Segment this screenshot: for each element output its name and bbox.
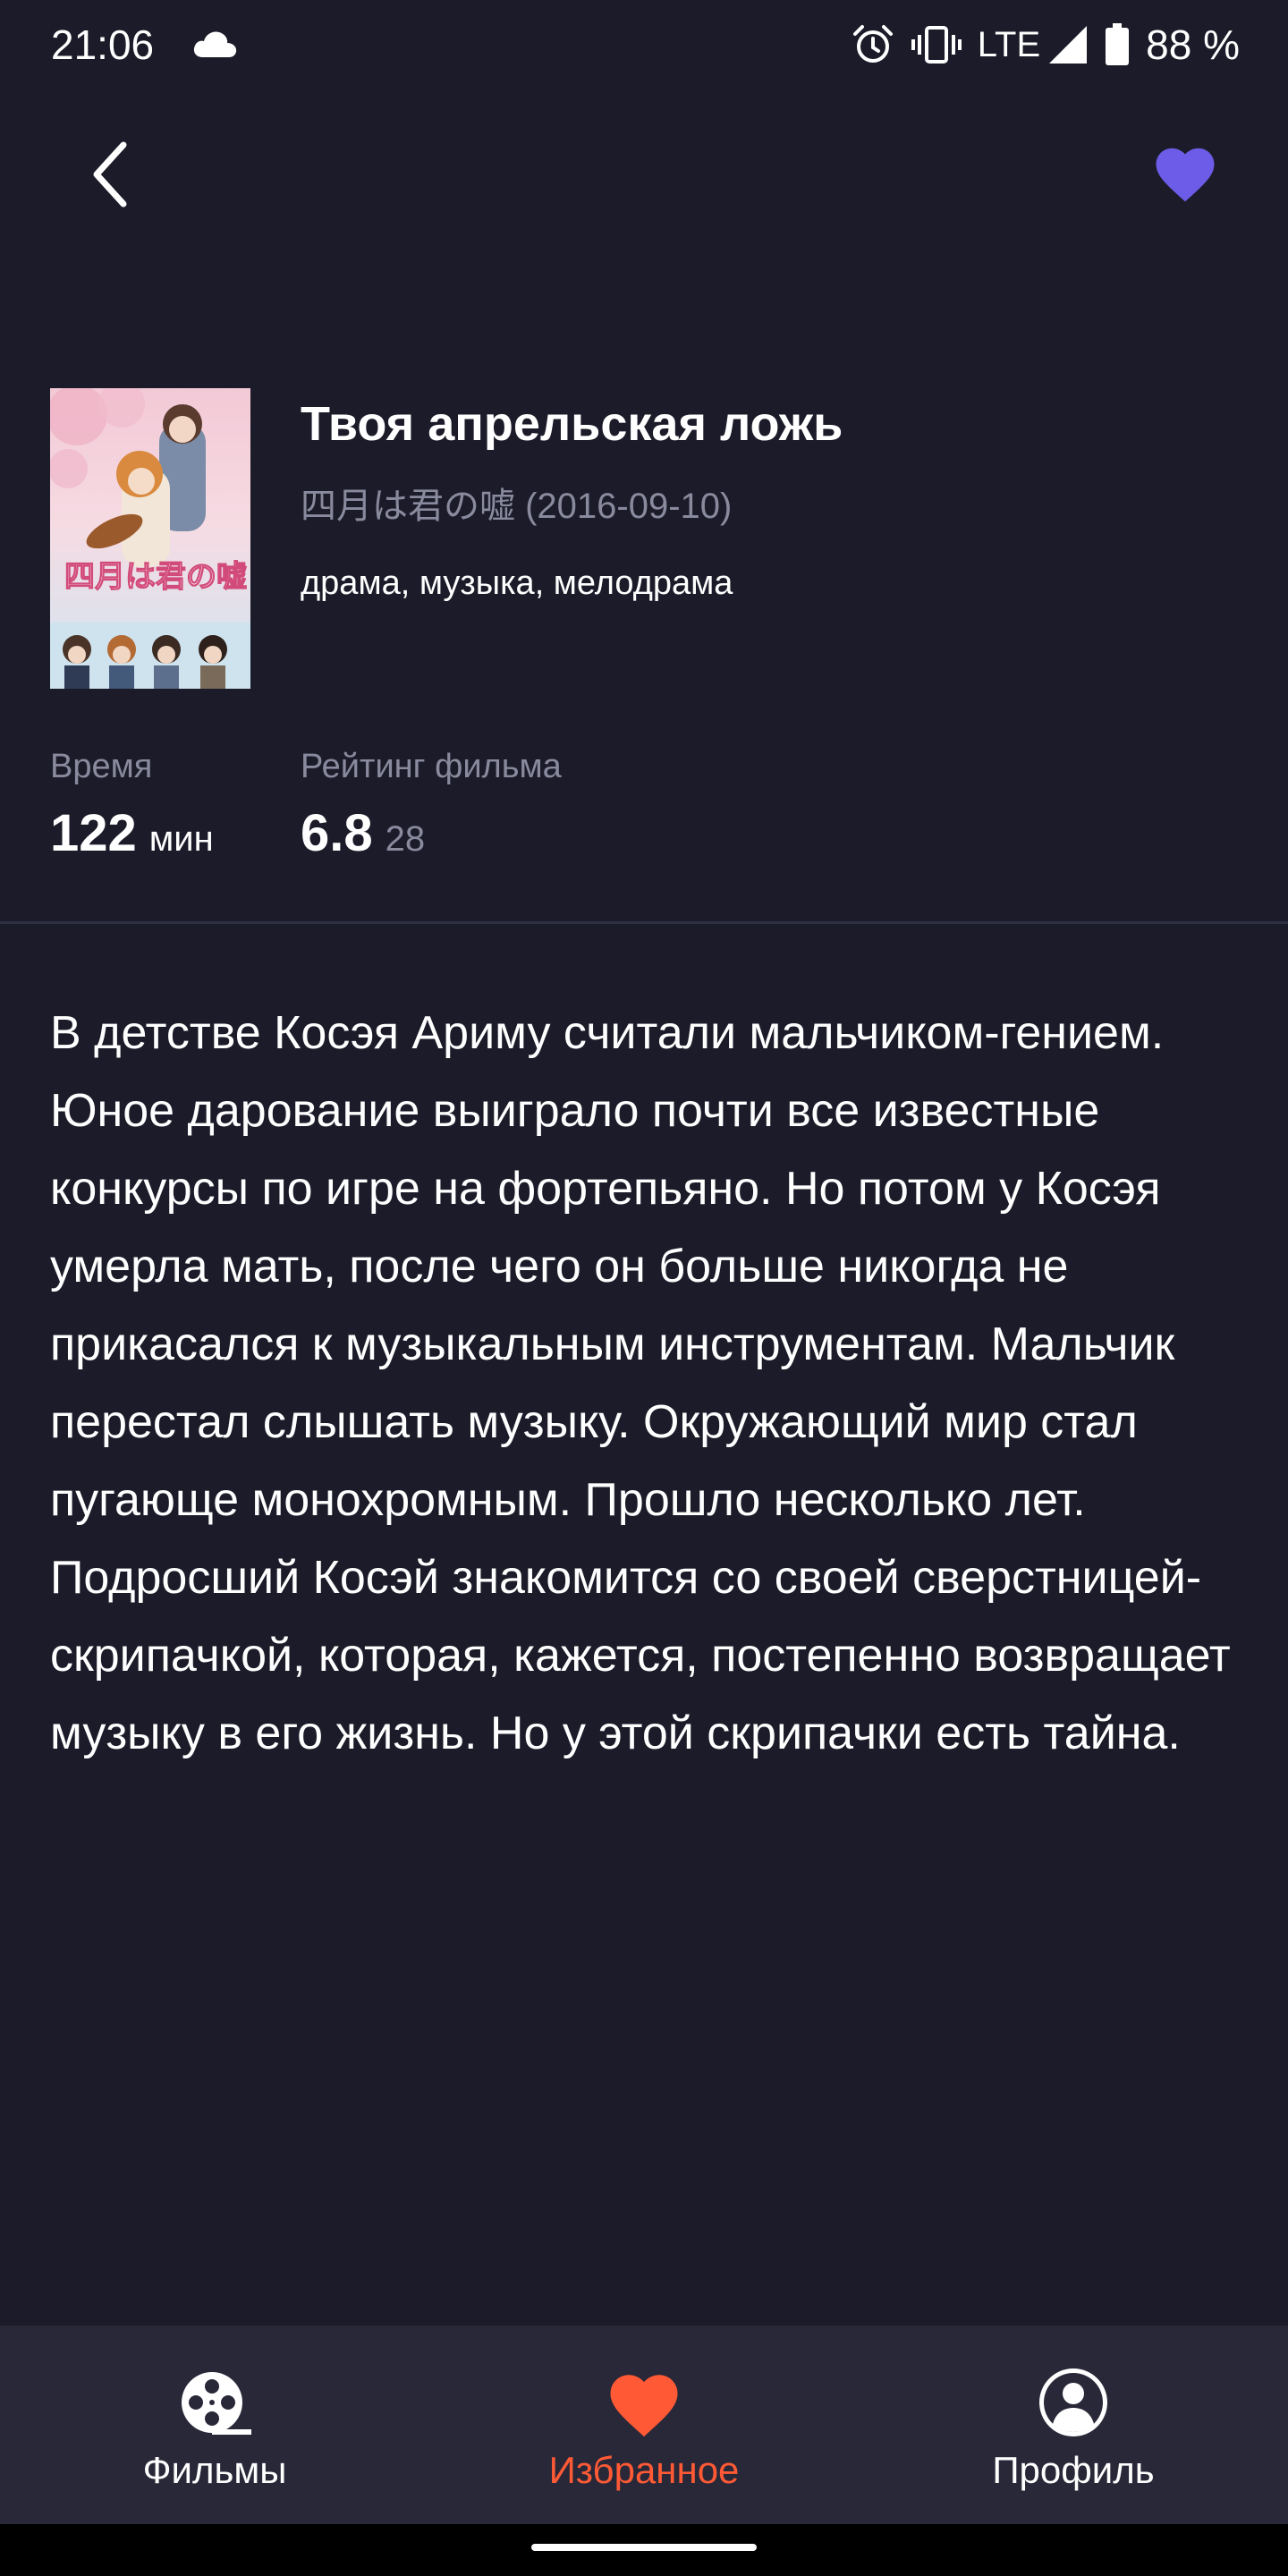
back-button[interactable] xyxy=(80,134,145,215)
divider xyxy=(0,921,1288,924)
film-reel-icon xyxy=(182,2372,251,2435)
network-type: LTE xyxy=(977,24,1041,64)
battery-icon xyxy=(1106,23,1130,65)
duration-value: 122 xyxy=(50,804,137,862)
duration-label: Время xyxy=(50,748,153,785)
vibrate-icon xyxy=(911,26,962,64)
movie-poster: 四月は君の嘘 xyxy=(50,388,250,689)
movie-detail-screen: 21:06 LTE 88 % 四月は君の嘘 Твоя апрельская ло… xyxy=(0,0,1288,2576)
favorite-button[interactable] xyxy=(1150,140,1220,209)
profile-icon xyxy=(1039,2368,1107,2436)
rating-value: 6.8 xyxy=(301,804,373,862)
movie-title: Твоя апрельская ложь xyxy=(301,397,843,451)
nav-label-favorites: Избранное xyxy=(548,2449,740,2491)
poster-title: 四月は君の嘘 xyxy=(64,559,247,595)
status-icons: LTE 88 % xyxy=(851,18,1240,72)
rating-count: 28 xyxy=(385,819,426,859)
bottom-navigation: Фильмы Избранное Профиль xyxy=(0,2326,1288,2524)
duration-stat: 122 мин xyxy=(50,803,214,863)
heart-icon xyxy=(610,2375,678,2437)
movie-description: В детстве Косэя Ариму считали мальчиком-… xyxy=(50,1007,1231,1759)
heart-icon xyxy=(1156,148,1215,202)
nav-item-profile[interactable]: Профиль xyxy=(859,2326,1288,2524)
status-time: 21:06 xyxy=(51,21,155,68)
home-indicator[interactable] xyxy=(531,2544,757,2551)
nav-item-favorites[interactable]: Избранное xyxy=(429,2326,859,2524)
signal-icon xyxy=(1049,26,1088,64)
nav-label-profile: Профиль xyxy=(992,2449,1155,2491)
alarm-icon xyxy=(852,25,893,63)
movie-genres: драма, музыка, мелодрама xyxy=(301,564,733,602)
nav-label-films: Фильмы xyxy=(142,2449,287,2491)
duration-unit: мин xyxy=(148,819,214,859)
rating-stat: 6.8 28 xyxy=(301,803,425,863)
battery-percent: 88 % xyxy=(1146,21,1240,68)
cloud-icon xyxy=(193,31,237,57)
chevron-left-icon xyxy=(93,141,127,208)
rating-label: Рейтинг фильма xyxy=(301,748,562,785)
status-bar: 21:06 LTE 88 % xyxy=(0,0,1288,89)
movie-original-title-date: 四月は君の嘘 (2016-09-10) xyxy=(301,487,733,526)
nav-item-films[interactable]: Фильмы xyxy=(0,2326,429,2524)
